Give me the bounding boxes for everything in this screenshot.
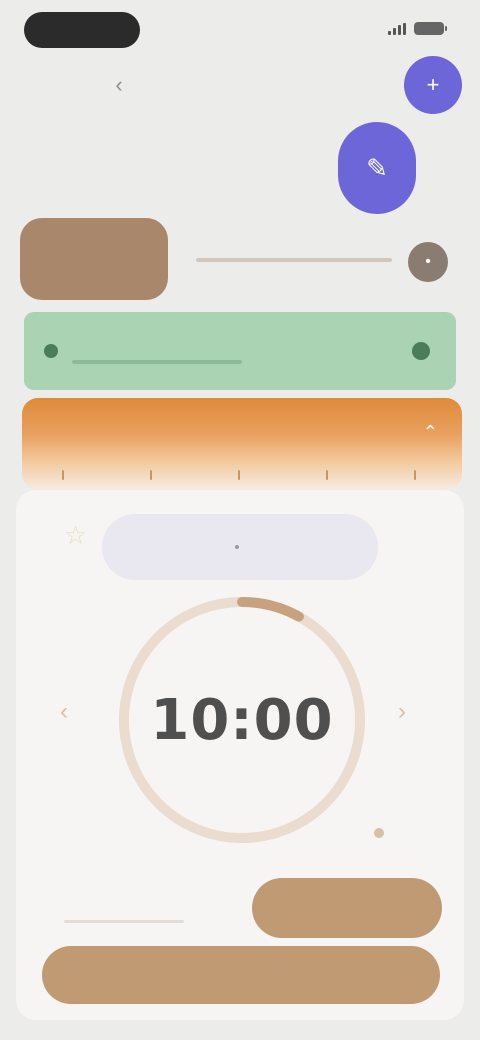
dot-icon[interactable]: • xyxy=(408,242,448,282)
ring-handle[interactable] xyxy=(374,828,384,838)
info-banner[interactable] xyxy=(24,312,456,390)
tab-bar: • xyxy=(20,218,456,300)
chevron-right-icon[interactable]: › xyxy=(398,698,406,726)
start-button[interactable] xyxy=(42,946,440,1004)
mode-selector[interactable]: • xyxy=(102,514,378,580)
status-time xyxy=(24,12,140,48)
timer-value: 10:00 xyxy=(150,687,334,753)
sound-underline xyxy=(64,920,184,923)
banner-toggle-icon[interactable] xyxy=(412,342,430,360)
status-bar xyxy=(0,0,480,56)
star-icon[interactable]: ☆ xyxy=(64,520,87,551)
sound-button[interactable] xyxy=(252,878,442,938)
chevron-left-icon[interactable]: ‹ xyxy=(104,70,134,100)
mode-dot-icon: • xyxy=(234,538,240,556)
chevron-up-icon[interactable]: ⌃ xyxy=(423,422,438,443)
tab-active[interactable] xyxy=(20,218,168,300)
pencil-icon[interactable]: ✎ xyxy=(338,122,416,214)
battery-icon xyxy=(414,22,447,35)
tab-divider xyxy=(196,258,392,262)
status-icons xyxy=(388,22,447,35)
banner-subline xyxy=(72,360,242,364)
timer-card: ☆ • ‹ › 10:00 xyxy=(16,490,464,1020)
plus-icon[interactable]: + xyxy=(404,56,462,114)
session-ticks xyxy=(62,470,422,480)
chevron-left-icon[interactable]: ‹ xyxy=(60,698,68,726)
signal-icon xyxy=(388,22,406,35)
session-card[interactable]: ⌃ xyxy=(22,398,462,490)
banner-dot-icon xyxy=(44,344,58,358)
